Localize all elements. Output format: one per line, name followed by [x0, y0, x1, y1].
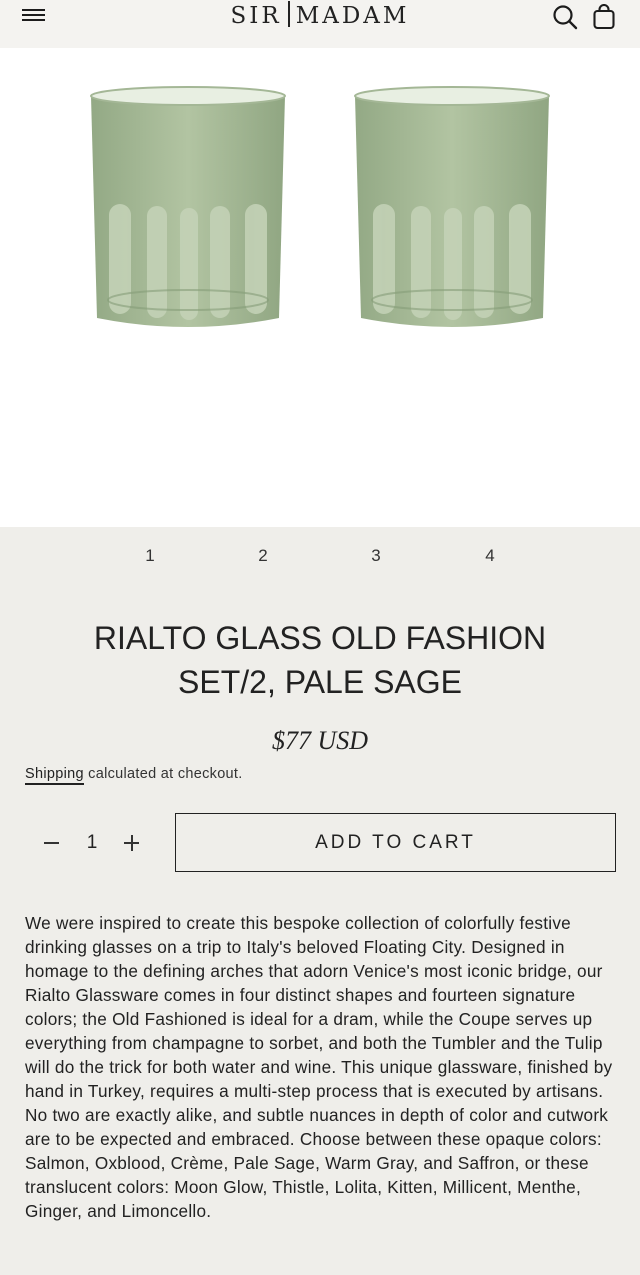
product-description: We were inspired to create this bespoke … [25, 913, 613, 1221]
site-header: SIR MADAM [0, 0, 640, 48]
product-title: RIALTO GLASS OLD FASHION SET/2, PALE SAG… [40, 616, 600, 704]
product-price: $77 USD [271, 726, 369, 755]
shopping-bag-icon[interactable] [592, 4, 616, 30]
rialto-glass-image-right [354, 86, 550, 327]
rialto-glass-image-left [90, 86, 286, 327]
logo-right: MADAM [295, 3, 410, 29]
pager-item-2[interactable]: 2 [248, 546, 278, 566]
product-title-line1: RIALTO GLASS OLD FASHION [93, 620, 547, 656]
quantity-increase-button[interactable] [122, 831, 142, 855]
shipping-text: calculated at checkout. [83, 766, 243, 782]
pager-item-1[interactable]: 1 [135, 546, 165, 566]
quantity-decrease-button[interactable] [42, 831, 62, 855]
pager-item-4[interactable]: 4 [475, 546, 505, 566]
logo-left: SIR [230, 3, 282, 29]
shipping-note: Shipping calculated at checkout. [25, 766, 243, 785]
shipping-link[interactable]: Shipping [25, 766, 84, 785]
gallery-pager: 1 2 3 4 [0, 546, 640, 570]
product-gallery[interactable] [0, 48, 640, 527]
site-logo[interactable]: SIR MADAM [0, 1, 640, 29]
add-to-cart-button[interactable]: ADD TO CART [175, 813, 616, 872]
quantity-input[interactable]: 1 [80, 832, 104, 854]
product-title-line2: SET/2, PALE SAGE [178, 664, 462, 700]
search-icon[interactable] [552, 4, 578, 30]
logo-divider [287, 1, 290, 27]
pager-item-3[interactable]: 3 [361, 546, 391, 566]
